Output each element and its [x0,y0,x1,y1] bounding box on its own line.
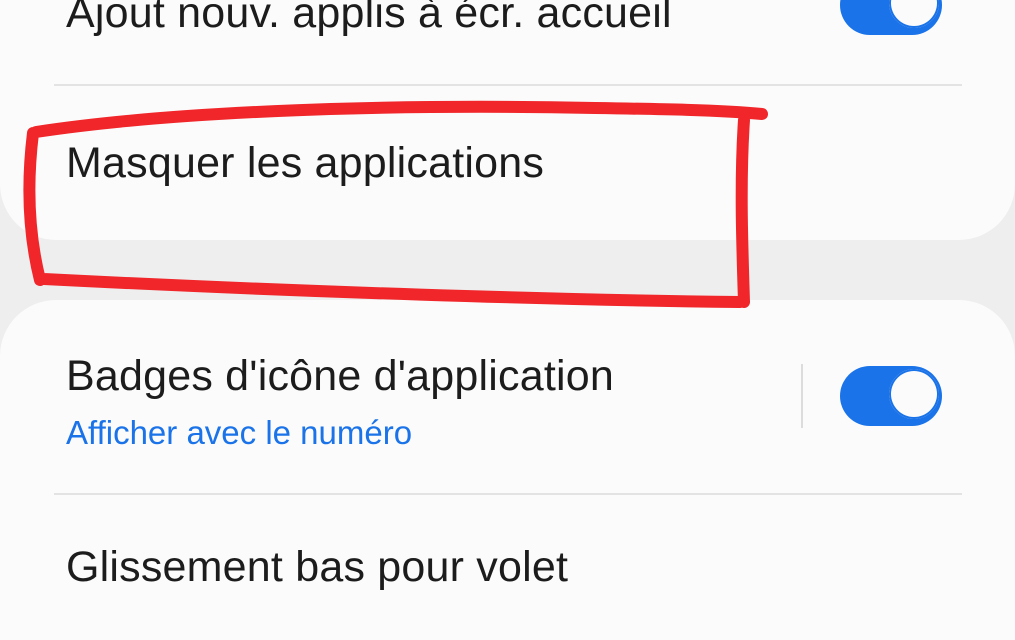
toggle-app-icon-badges[interactable] [840,366,942,426]
toggle-knob [889,369,939,419]
toggle-add-new-apps[interactable] [840,0,942,35]
setting-row-app-icon-badges[interactable]: Badges d'icône d'application Afficher av… [0,300,1015,492]
vertical-separator [801,364,803,428]
toggle-knob [889,0,939,28]
settings-card-top: Ajout nouv. applis à écr. accueil Masque… [0,0,1015,240]
settings-card-bottom: Badges d'icône d'application Afficher av… [0,300,1015,640]
setting-title-add-new-apps: Ajout nouv. applis à écr. accueil [66,0,672,37]
setting-title-swipe-down-panel: Glissement bas pour volet [66,543,569,591]
setting-title-hide-apps: Masquer les applications [66,139,545,187]
setting-subtitle-app-icon-badges: Afficher avec le numéro [66,414,413,451]
setting-row-swipe-down-panel[interactable]: Glissement bas pour volet [0,495,1015,640]
setting-title-app-icon-badges: Badges d'icône d'application [66,352,614,400]
setting-row-add-new-apps[interactable]: Ajout nouv. applis à écr. accueil [0,0,1015,85]
setting-row-hide-apps[interactable]: Masquer les applications [0,86,1015,240]
